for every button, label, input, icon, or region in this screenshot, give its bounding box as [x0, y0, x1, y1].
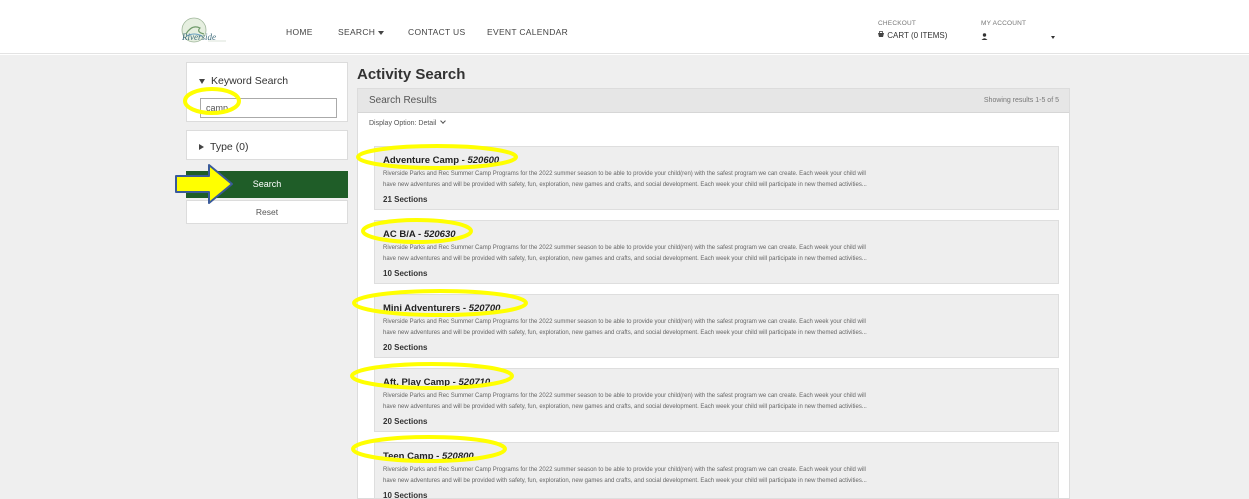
result-description: Riverside Parks and Rec Summer Camp Prog… — [383, 391, 1053, 413]
result-description-line: Riverside Parks and Rec Summer Camp Prog… — [383, 245, 866, 251]
keyword-input[interactable] — [200, 98, 337, 118]
display-option-label: Display Option: Detail — [369, 120, 437, 127]
nav-contact-us[interactable]: CONTACT US — [408, 27, 465, 37]
result-title[interactable]: Aft. Play Camp - 520710 — [383, 377, 490, 388]
result-title[interactable]: Teen Camp - 520800 — [383, 451, 474, 462]
result-card[interactable]: AC B/A - 520630 Riverside Parks and Rec … — [374, 220, 1059, 284]
result-description-line: have new adventures and will be provided… — [383, 404, 867, 410]
result-sections[interactable]: 20 Sections — [383, 343, 427, 352]
result-description: Riverside Parks and Rec Summer Camp Prog… — [383, 169, 1053, 191]
type-filter-title: Type (0) — [210, 141, 249, 153]
result-description: Riverside Parks and Rec Summer Camp Prog… — [383, 465, 1053, 487]
keyword-search-title: Keyword Search — [211, 75, 289, 87]
type-filter-toggle[interactable]: Type (0) — [199, 141, 249, 153]
result-description-line: have new adventures and will be provided… — [383, 478, 867, 484]
result-sections[interactable]: 10 Sections — [383, 491, 427, 499]
reset-button[interactable]: Reset — [186, 200, 348, 224]
nav-search-label: SEARCH — [338, 27, 376, 37]
keyword-search-toggle[interactable]: Keyword Search — [199, 75, 288, 87]
my-account-label[interactable]: MY ACCOUNT — [981, 20, 1026, 27]
site-header: Riverside HOME SEARCH CONTACT US EVENT C… — [0, 14, 1249, 54]
result-sections[interactable]: 10 Sections — [383, 269, 427, 278]
caret-down-icon — [378, 30, 385, 35]
cart-label: CART (0 ITEMS) — [887, 31, 948, 40]
result-description-line: Riverside Parks and Rec Summer Camp Prog… — [383, 393, 866, 399]
result-description-line: Riverside Parks and Rec Summer Camp Prog… — [383, 171, 866, 177]
result-code: 520710 — [458, 377, 491, 388]
search-button[interactable]: Search — [186, 171, 348, 198]
result-card[interactable]: Mini Adventurers - 520700 Riverside Park… — [374, 294, 1059, 358]
result-code: 520700 — [468, 303, 501, 314]
user-icon[interactable] — [981, 33, 988, 40]
result-name: Aft. Play Camp — [383, 377, 451, 388]
riverside-logo[interactable]: Riverside — [178, 16, 230, 50]
nav-search[interactable]: SEARCH — [338, 27, 385, 37]
page-title: Activity Search — [357, 66, 466, 83]
results-header-bar: Search Results Showing results 1-5 of 5 — [358, 89, 1069, 113]
result-sections[interactable]: 21 Sections — [383, 195, 427, 204]
result-name: Adventure Camp — [383, 155, 460, 166]
triangle-right-icon — [199, 144, 204, 151]
account-caret-icon[interactable] — [1051, 35, 1055, 39]
result-code: 520600 — [467, 155, 500, 166]
cart-link[interactable]: CART (0 ITEMS) — [877, 31, 947, 40]
result-name: AC B/A — [383, 229, 416, 240]
cart-icon — [878, 31, 884, 37]
result-description: Riverside Parks and Rec Summer Camp Prog… — [383, 243, 1053, 265]
result-title[interactable]: Mini Adventurers - 520700 — [383, 303, 500, 314]
result-description-line: have new adventures and will be provided… — [383, 256, 867, 262]
result-card[interactable]: Adventure Camp - 520600 Riverside Parks … — [374, 146, 1059, 210]
result-description-line: Riverside Parks and Rec Summer Camp Prog… — [383, 467, 866, 473]
result-sections[interactable]: 20 Sections — [383, 417, 427, 426]
keyword-search-panel: Keyword Search — [186, 62, 348, 122]
result-title[interactable]: Adventure Camp - 520600 — [383, 155, 499, 166]
nav-event-calendar[interactable]: EVENT CALENDAR — [487, 27, 568, 37]
display-option-select[interactable]: Display Option: Detail — [369, 118, 447, 127]
chevron-down-icon — [440, 118, 447, 124]
result-description: Riverside Parks and Rec Summer Camp Prog… — [383, 317, 1053, 339]
type-filter-panel: Type (0) — [186, 130, 348, 160]
results-count: Showing results 1-5 of 5 — [983, 97, 1059, 104]
logo-text: Riverside — [181, 32, 216, 42]
result-description-line: have new adventures and will be provided… — [383, 182, 867, 188]
result-name: Teen Camp — [383, 451, 434, 462]
result-code: 520800 — [441, 451, 474, 462]
result-card[interactable]: Teen Camp - 520800 Riverside Parks and R… — [374, 442, 1059, 499]
result-description-line: Riverside Parks and Rec Summer Camp Prog… — [383, 319, 866, 325]
result-code: 520630 — [423, 229, 456, 240]
checkout-label[interactable]: CHECKOUT — [878, 20, 916, 27]
result-card[interactable]: Aft. Play Camp - 520710 Riverside Parks … — [374, 368, 1059, 432]
nav-home[interactable]: HOME — [286, 27, 313, 37]
top-strip — [0, 0, 1249, 14]
result-description-line: have new adventures and will be provided… — [383, 330, 867, 336]
result-title[interactable]: AC B/A - 520630 — [383, 229, 456, 240]
results-title: Search Results — [369, 95, 437, 106]
triangle-down-icon — [199, 78, 205, 84]
result-name: Mini Adventurers — [383, 303, 461, 314]
